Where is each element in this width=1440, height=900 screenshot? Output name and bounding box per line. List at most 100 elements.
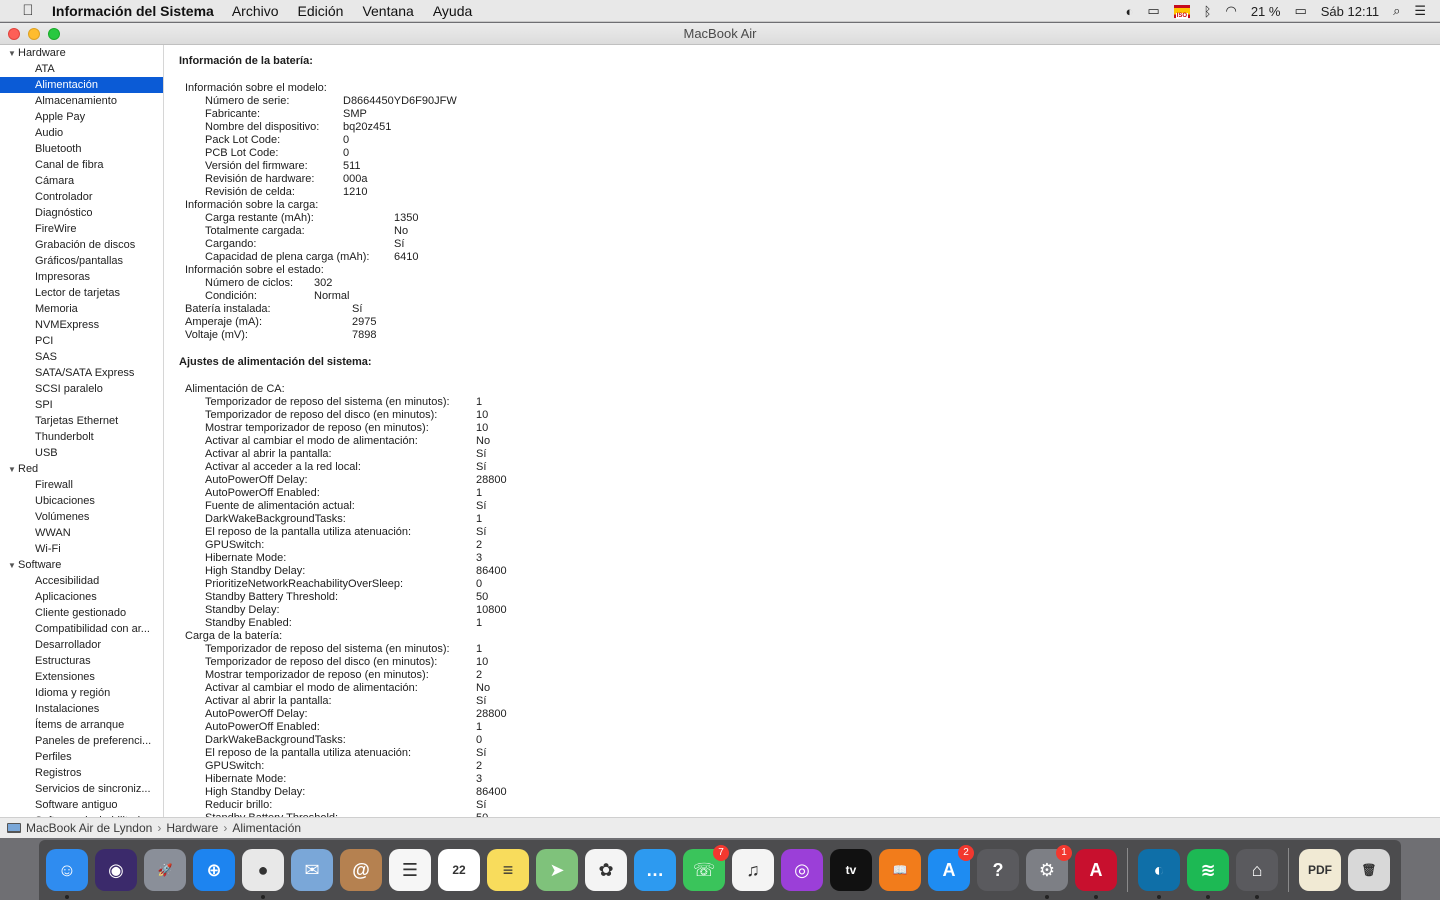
sidebar-item[interactable]: Tarjetas Ethernet <box>0 413 163 429</box>
notification-center-icon[interactable]: ☰ <box>1414 3 1426 19</box>
mail-icon[interactable]: ✉ <box>291 849 333 891</box>
bluetooth-icon[interactable]: ᛒ <box>1204 4 1212 19</box>
menu-app-name[interactable]: Información del Sistema <box>52 3 214 19</box>
sidebar-item[interactable]: SATA/SATA Express <box>0 365 163 381</box>
sidebar-item[interactable]: Diagnóstico <box>0 205 163 221</box>
help-icon[interactable]: ? <box>977 849 1019 891</box>
sidebar-item[interactable]: Desarrollador <box>0 637 163 653</box>
sidebar-item[interactable]: WWAN <box>0 525 163 541</box>
wifi-icon[interactable]: ◠ <box>1225 3 1236 19</box>
sidebar-item[interactable]: Gráficos/pantallas <box>0 253 163 269</box>
calendar-icon[interactable]: 22 <box>438 849 480 891</box>
launchpad-icon[interactable]: 🚀 <box>144 849 186 891</box>
sidebar-item[interactable]: USB <box>0 445 163 461</box>
path-computer[interactable]: MacBook Air de Lyndon <box>26 821 152 835</box>
sidebar-item[interactable]: Wi-Fi <box>0 541 163 557</box>
menu-ventana[interactable]: Ventana <box>362 3 413 19</box>
autocad-icon[interactable]: A <box>1075 849 1117 899</box>
sidebar-item[interactable]: Software antiguo <box>0 797 163 813</box>
camo-icon[interactable]: ◐ <box>1138 849 1180 899</box>
sidebar-item[interactable]: FireWire <box>0 221 163 237</box>
finder-icon[interactable]: ☺ <box>46 849 88 899</box>
sidebar-item[interactable]: Bluetooth <box>0 141 163 157</box>
path-section[interactable]: Hardware <box>166 821 218 835</box>
disclosure-triangle-icon[interactable]: ▼ <box>8 558 18 574</box>
menu-ayuda[interactable]: Ayuda <box>433 3 472 19</box>
sidebar-item[interactable]: SCSI paralelo <box>0 381 163 397</box>
sidebar-item[interactable]: Cliente gestionado <box>0 605 163 621</box>
sidebar-item[interactable]: Audio <box>0 125 163 141</box>
sidebar-item[interactable]: SPI <box>0 397 163 413</box>
sidebar-group-software[interactable]: ▼ Software <box>0 557 163 573</box>
sidebar-item[interactable]: Grabación de discos <box>0 237 163 253</box>
sidebar-item[interactable]: ATA <box>0 61 163 77</box>
sidebar-item[interactable]: Extensiones <box>0 669 163 685</box>
podcasts-icon[interactable]: ◎ <box>781 849 823 891</box>
notes-icon[interactable]: ≡ <box>487 849 529 891</box>
sidebar-item[interactable]: NVMExpress <box>0 317 163 333</box>
sidebar-item[interactable]: Aplicaciones <box>0 589 163 605</box>
battery-icon[interactable]: ▭ <box>1294 3 1306 19</box>
sidebar-item[interactable]: Volúmenes <box>0 509 163 525</box>
system-preferences-icon[interactable]: ⚙ 1 <box>1026 845 1072 899</box>
disclosure-triangle-icon[interactable]: ▼ <box>8 462 18 478</box>
chrome-icon[interactable]: ● <box>242 849 284 899</box>
books-icon[interactable]: 📖 <box>879 849 921 891</box>
music-icon[interactable]: ♫ <box>732 849 774 891</box>
sidebar-item[interactable]: Servicios de sincroniz... <box>0 781 163 797</box>
tv-icon[interactable]: tv <box>830 849 872 891</box>
clock[interactable]: Sáb 12:11 <box>1321 4 1379 19</box>
sidebar-item[interactable]: Ítems de arranque <box>0 717 163 733</box>
facetime-icon[interactable]: ☏ 7 <box>683 845 729 891</box>
menu-edicion[interactable]: Edición <box>298 3 344 19</box>
sidebar-item[interactable]: Perfiles <box>0 749 163 765</box>
sidebar-item[interactable]: Registros <box>0 765 163 781</box>
sidebar-item[interactable]: Controlador <box>0 189 163 205</box>
photos-icon[interactable]: ✿ <box>585 849 627 891</box>
maps-icon[interactable]: ➤ <box>536 849 578 891</box>
sidebar-item[interactable]: Alimentación <box>0 77 163 93</box>
disclosure-triangle-icon[interactable]: ▼ <box>8 46 18 62</box>
sidebar-item[interactable]: Paneles de preferenci... <box>0 733 163 749</box>
sidebar-item[interactable]: PCI <box>0 333 163 349</box>
path-item[interactable]: Alimentación <box>232 821 301 835</box>
sidebar-item[interactable]: Canal de fibra <box>0 157 163 173</box>
sidebar-item[interactable]: Idioma y región <box>0 685 163 701</box>
sidebar-item[interactable]: Memoria <box>0 301 163 317</box>
sidebar-item[interactable]: Apple Pay <box>0 109 163 125</box>
system-information-icon[interactable]: ⌂ <box>1236 849 1278 899</box>
documents-folder-icon[interactable]: PDF <box>1299 849 1341 891</box>
trash-icon[interactable]: 🗑 <box>1348 849 1390 891</box>
menu-archivo[interactable]: Archivo <box>232 3 279 19</box>
apple-menu-icon[interactable]:  <box>18 2 38 19</box>
sidebar-item[interactable]: Ubicaciones <box>0 493 163 509</box>
sidebar-item[interactable]: Estructuras <box>0 653 163 669</box>
sidebar-group-red[interactable]: ▼ Red <box>0 461 163 477</box>
safari-icon[interactable]: ⊕ <box>193 849 235 891</box>
contacts-icon[interactable]: @ <box>340 849 382 891</box>
sidebar-item[interactable]: Cámara <box>0 173 163 189</box>
minimize-button[interactable] <box>28 28 40 40</box>
sidebar-item[interactable]: Firewall <box>0 477 163 493</box>
spotify-icon[interactable]: ≋ <box>1187 849 1229 899</box>
sidebar-group-hardware[interactable]: ▼ Hardware <box>0 45 163 61</box>
sidebar-item[interactable]: Instalaciones <box>0 701 163 717</box>
close-button[interactable] <box>8 28 20 40</box>
camo-status-icon[interactable]: ◐ <box>1126 4 1134 19</box>
sidebar-item[interactable]: Thunderbolt <box>0 429 163 445</box>
app-store-icon[interactable]: A2 <box>928 845 974 891</box>
messages-icon[interactable]: … <box>634 849 676 891</box>
reminders-icon[interactable]: ☰ <box>389 849 431 891</box>
sidebar-item[interactable]: Compatibilidad con ar... <box>0 621 163 637</box>
sidebar-item[interactable]: Accesibilidad <box>0 573 163 589</box>
sidebar-item[interactable]: SAS <box>0 349 163 365</box>
sidebar-item[interactable]: Impresoras <box>0 269 163 285</box>
battery-percent[interactable]: 21 % <box>1251 4 1281 19</box>
input-source-flag-icon[interactable]: ISO <box>1173 4 1190 19</box>
spotlight-search-icon[interactable]: ⌕ <box>1393 3 1400 19</box>
zoom-button[interactable] <box>48 28 60 40</box>
sidebar-item[interactable]: Lector de tarjetas <box>0 285 163 301</box>
siri-icon[interactable]: ◉ <box>95 849 137 891</box>
sidebar-item[interactable]: Almacenamiento <box>0 93 163 109</box>
airplay-icon[interactable]: ▭ <box>1147 3 1159 19</box>
